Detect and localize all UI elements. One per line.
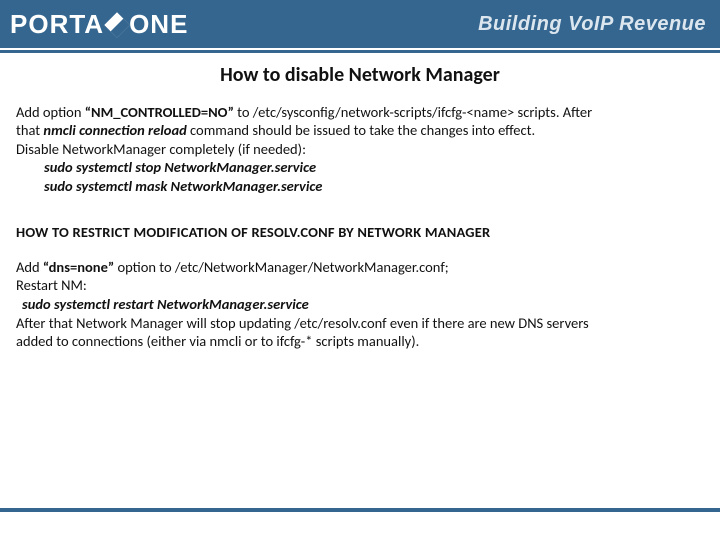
brand-logo: PORTA ONE xyxy=(10,9,188,40)
paragraph-2-line-1: Add “dns=none” option to /etc/NetworkMan… xyxy=(16,258,704,277)
cmd-restart-nm: sudo systemctl restart NetworkManager.se… xyxy=(16,295,704,314)
text: that xyxy=(16,121,43,139)
slide-title: How to disable Network Manager xyxy=(16,63,704,89)
option-nmcontrolled: “NM_CONTROLLED=NO” xyxy=(85,103,234,121)
brand-square-icon xyxy=(104,12,129,37)
paragraph-2-line-3: After that Network Manager will stop upd… xyxy=(16,314,704,333)
text: Add option xyxy=(16,103,85,121)
tagline: Building VoIP Revenue xyxy=(478,13,706,36)
paragraph-2-line-4: added to connections (either via nmcli o… xyxy=(16,332,704,351)
text: Add xyxy=(16,258,43,276)
option-dns-none: “dns=none” xyxy=(43,258,114,276)
brand-text-right: ONE xyxy=(129,9,188,40)
text: to /etc/sysconfig/network-scripts/ifcfg-… xyxy=(234,103,592,121)
cmd-nmcli-reload: nmcli connection reload xyxy=(43,121,186,139)
brand-text-left: PORTA xyxy=(10,9,104,40)
footer-rule xyxy=(0,508,720,512)
paragraph-1-line-1: Add option “NM_CONTROLLED=NO” to /etc/sy… xyxy=(16,103,704,122)
cmd-stop-nm: sudo systemctl stop NetworkManager.servi… xyxy=(16,158,704,177)
cmd-mask-nm: sudo systemctl mask NetworkManager.servi… xyxy=(16,177,704,196)
paragraph-1-line-3: Disable NetworkManager completely (if ne… xyxy=(16,140,704,159)
subheading-resolvconf: HOW TO RESTRICT MODIFICATION OF RESOLV.C… xyxy=(16,223,704,242)
text: option to /etc/NetworkManager/NetworkMan… xyxy=(114,258,448,276)
slide-header: PORTA ONE Building VoIP Revenue xyxy=(0,0,720,48)
paragraph-2-line-2: Restart NM: xyxy=(16,276,704,295)
text: command should be issued to take the cha… xyxy=(187,121,535,139)
paragraph-1-line-2: that nmcli connection reload command sho… xyxy=(16,121,704,140)
slide-content: How to disable Network Manager Add optio… xyxy=(0,53,720,351)
